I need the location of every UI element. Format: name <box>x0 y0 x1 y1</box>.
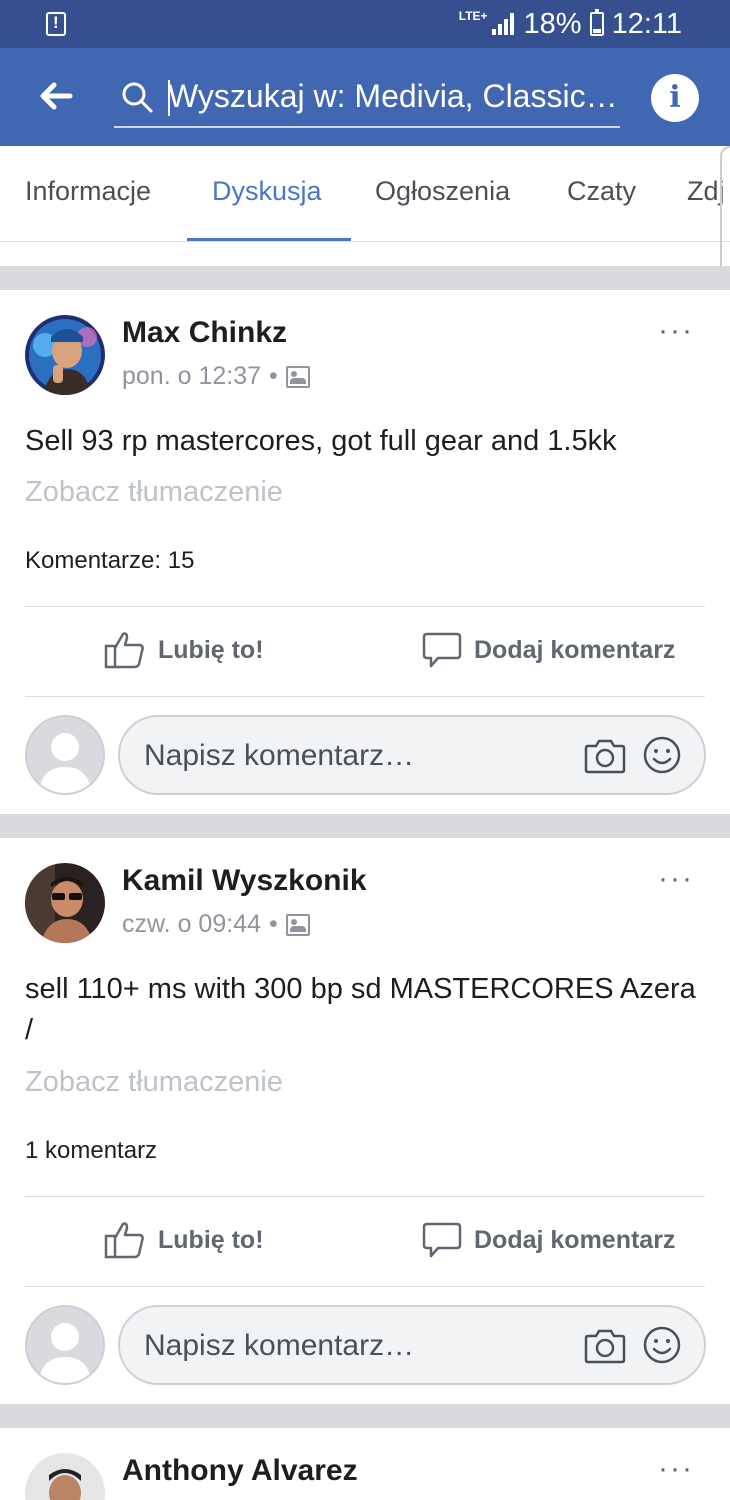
battery-percent: 18% <box>523 7 582 40</box>
comment-input[interactable]: Napisz komentarz… <box>118 715 706 795</box>
back-arrow-icon[interactable] <box>36 76 76 116</box>
comment-label: Dodaj komentarz <box>474 635 676 664</box>
author-name[interactable]: Kamil Wyszkonik <box>122 864 367 898</box>
comment-button[interactable]: Dodaj komentarz <box>422 1220 675 1260</box>
post-timestamp[interactable]: czw. o 09:44 <box>122 910 261 939</box>
search-icon <box>122 82 153 113</box>
tab-ogloszenia[interactable]: Ogłoszenia <box>375 176 510 207</box>
comment-count[interactable]: Komentarze: 15 <box>25 547 194 575</box>
emoji-icon[interactable] <box>642 1325 682 1365</box>
feed-separator <box>0 266 730 290</box>
current-user-avatar <box>25 715 105 795</box>
app-bar: Wyszukaj w: Medivia, Classic… i <box>0 48 730 146</box>
divider <box>25 606 705 607</box>
search-text: Wyszukaj w: Medivia, Classic… <box>168 78 614 114</box>
comment-bubble-icon <box>422 1222 462 1258</box>
tab-bar: Informacje Dyskusja Ogłoszenia Czaty Zdj <box>0 146 730 242</box>
post-meta: czw. o 09:44 • <box>122 910 310 939</box>
more-options-button[interactable]: ··· <box>658 862 694 896</box>
thumbs-up-icon <box>104 1222 144 1259</box>
meta-separator: • <box>268 910 278 938</box>
info-icon[interactable]: i <box>651 74 699 122</box>
notification-alert-icon <box>46 12 66 36</box>
divider <box>25 696 705 697</box>
tab-czaty[interactable]: Czaty <box>567 176 636 207</box>
comment-count[interactable]: 1 komentarz <box>25 1137 157 1165</box>
current-user-avatar <box>25 1305 105 1385</box>
comment-placeholder: Napisz komentarz… <box>144 739 415 772</box>
like-button[interactable]: Lubię to! <box>104 1220 264 1260</box>
more-options-button[interactable]: ··· <box>658 1452 694 1486</box>
emoji-icon[interactable] <box>642 735 682 775</box>
post-text: Sell 93 rp mastercores, got full gear an… <box>25 425 617 457</box>
group-audience-icon <box>285 913 310 936</box>
meta-separator: • <box>269 362 278 390</box>
comment-bubble-icon <box>422 632 462 668</box>
battery-icon <box>589 9 604 36</box>
post-meta: pon. o 12:37 • <box>122 362 310 391</box>
comment-label: Dodaj komentarz <box>474 1225 676 1254</box>
author-avatar[interactable] <box>25 1453 105 1500</box>
divider <box>25 1196 705 1197</box>
post-text: sell 110+ ms with 300 bp sd MASTERCORES … <box>25 973 696 1046</box>
thumbs-up-icon <box>104 632 144 669</box>
feed-separator <box>0 1404 730 1428</box>
tab-dyskusja[interactable]: Dyskusja <box>212 176 322 207</box>
author-name[interactable]: Max Chinkz <box>122 316 287 350</box>
group-audience-icon <box>285 365 310 388</box>
more-options-button[interactable]: ··· <box>658 314 694 348</box>
like-label: Lubię to! <box>158 1225 264 1254</box>
author-avatar[interactable] <box>25 315 105 395</box>
active-tab-indicator <box>187 238 351 241</box>
status-bar: LTE+ 18% 12:11 <box>0 0 730 48</box>
comment-placeholder: Napisz komentarz… <box>144 1329 415 1362</box>
tab-informacje[interactable]: Informacje <box>25 176 151 207</box>
post-card: Max Chinkz pon. o 12:37 • ··· Sell 93 rp… <box>0 290 730 814</box>
author-name[interactable]: Anthony Alvarez <box>122 1454 358 1488</box>
post-timestamp[interactable]: pon. o 12:37 <box>122 362 261 391</box>
like-label: Lubię to! <box>158 635 264 664</box>
search-field[interactable]: Wyszukaj w: Medivia, Classic… <box>114 70 620 128</box>
network-type: LTE+ <box>458 9 488 23</box>
divider <box>25 1286 705 1287</box>
comment-button[interactable]: Dodaj komentarz <box>422 630 675 670</box>
tab-zdjecia[interactable]: Zdj <box>687 176 725 207</box>
feed-separator <box>0 814 730 838</box>
camera-icon[interactable] <box>584 737 626 775</box>
like-button[interactable]: Lubię to! <box>104 630 264 670</box>
camera-icon[interactable] <box>584 1327 626 1365</box>
author-avatar[interactable] <box>25 863 105 943</box>
post-card: Anthony Alvarez ··· <box>0 1428 730 1500</box>
clock: 12:11 <box>611 7 682 40</box>
signal-icon <box>490 13 514 35</box>
see-translation-link[interactable]: Zobacz tłumaczenie <box>25 1066 283 1099</box>
post-card: Kamil Wyszkonik czw. o 09:44 • ··· sell … <box>0 838 730 1404</box>
see-translation-link[interactable]: Zobacz tłumaczenie <box>25 476 283 509</box>
comment-input[interactable]: Napisz komentarz… <box>118 1305 706 1385</box>
